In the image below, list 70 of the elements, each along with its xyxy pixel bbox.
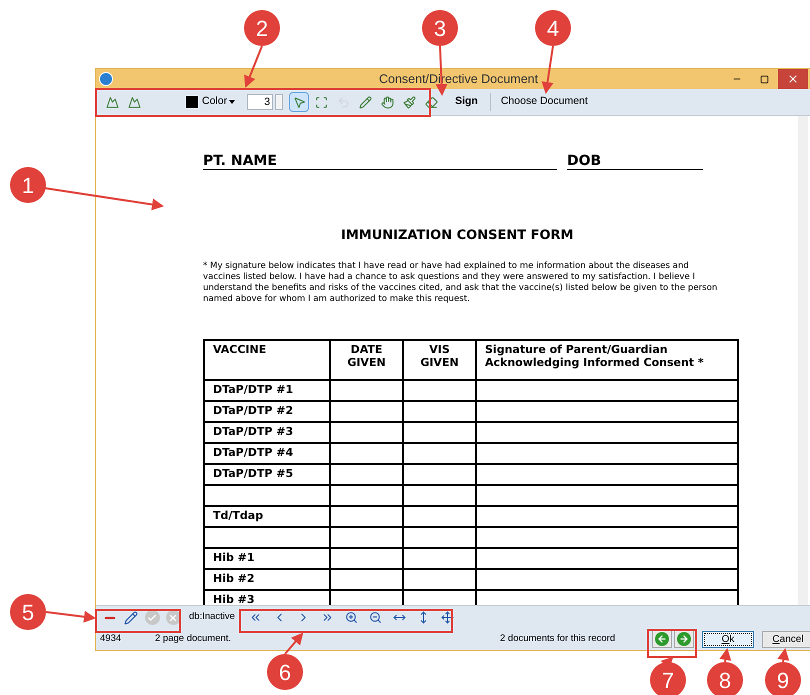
- callout-number: 3: [422, 10, 458, 46]
- column-header: Signature of Parent/Guardian Acknowledging Informed Consent *: [476, 340, 738, 380]
- mountain-icon: [106, 96, 118, 108]
- vaccine-cell: DTaP/DTP #1: [204, 380, 330, 400]
- callout-number: 6: [267, 654, 303, 690]
- eraser-icon: [424, 96, 438, 108]
- callout-arrow: [46, 610, 96, 623]
- pen-width-field[interactable]: 3: [247, 94, 274, 110]
- pencil-icon: [358, 96, 372, 108]
- callout-arrow: [777, 648, 790, 662]
- column-header: VACCINE: [204, 340, 330, 380]
- zoom-in-icon: [345, 611, 358, 624]
- vaccine-cell: DTaP/DTP #2: [204, 400, 330, 422]
- callout-number: 9: [765, 662, 801, 695]
- column-header: VIS GIVEN: [403, 340, 476, 380]
- zoom-out-icon: [369, 611, 382, 624]
- callout-arrow: [542, 46, 554, 94]
- next-document-button[interactable]: [674, 630, 694, 648]
- callout-number: 8: [707, 662, 743, 695]
- callout-number: 2: [244, 10, 280, 46]
- callout-number: 7: [650, 662, 686, 695]
- first-page-icon: [249, 611, 262, 624]
- check-icon: [147, 612, 157, 622]
- maximize-icon[interactable]: [760, 74, 769, 84]
- hand-icon: [380, 96, 394, 108]
- right-arrow-icon: [679, 634, 689, 644]
- last-page-icon: [321, 611, 334, 624]
- close-button[interactable]: [778, 69, 808, 89]
- sign-button[interactable]: Sign: [453, 94, 480, 110]
- close-icon: [787, 73, 799, 85]
- mountain-icon: [128, 96, 140, 108]
- previous-document-button[interactable]: [652, 630, 672, 648]
- vaccine-cell: DTaP/DTP #3: [204, 422, 330, 442]
- caret-icon: [229, 100, 236, 104]
- choose-document-button[interactable]: Choose Document: [500, 94, 588, 110]
- cross-icon: [168, 612, 178, 622]
- form-title: IMMUNIZATION CONSENT FORM: [341, 227, 574, 245]
- vaccine-cell: Hib #1: [204, 548, 330, 568]
- patient-name-field: PT. NAME: [203, 153, 557, 170]
- app-logo-icon: [99, 72, 113, 86]
- db-status: db:Inactive: [189, 610, 236, 624]
- dialog-button[interactable]: Ok: [702, 630, 754, 648]
- highlight-frame: [647, 629, 697, 658]
- column-header: DATE GIVEN: [330, 340, 403, 380]
- vaccine-cell: Hib #2: [204, 568, 330, 590]
- left-arrow-icon: [657, 634, 667, 644]
- color-dropdown[interactable]: Color: [202, 94, 236, 110]
- vaccine-cell: DTaP/DTP #4: [204, 442, 330, 464]
- dob-field: DOB: [567, 153, 703, 170]
- callout-arrow: [284, 632, 304, 655]
- brush-icon: [402, 96, 416, 108]
- callout-number: 5: [10, 594, 46, 630]
- pencil-icon: [124, 610, 138, 624]
- callout-number: 1: [10, 167, 46, 203]
- page-count: 2 page document.: [155, 632, 232, 646]
- fit-page-icon: [441, 611, 454, 624]
- vaccine-cell: Td/Tdap: [204, 506, 330, 526]
- callout-arrow: [719, 648, 732, 662]
- consent-paragraph: * My signature below indicates that I have read or have had explained to me information about the diseases and vaccines listed below. I have had a chance to ask questions and they were answered to my satisfaction. I believe I understand the benefits and risks of the vaccines cited, and ask that the vaccine(s) listed below be given to the person named above for whom I am authorized to make this request.: [203, 260, 718, 304]
- callout-number: 4: [535, 10, 571, 46]
- tool-button[interactable]: [289, 92, 310, 112]
- pointer-icon: [292, 96, 306, 108]
- dialog-button[interactable]: Cancel: [762, 630, 810, 648]
- vaccine-cell: DTaP/DTP #5: [204, 464, 330, 484]
- color-swatch[interactable]: [186, 96, 198, 108]
- callout-arrow: [244, 46, 263, 88]
- record-id: 4934: [100, 632, 122, 646]
- document-count: 2 documents for this record: [500, 632, 616, 646]
- scrollbar[interactable]: [798, 116, 808, 605]
- frame-icon: [314, 96, 328, 108]
